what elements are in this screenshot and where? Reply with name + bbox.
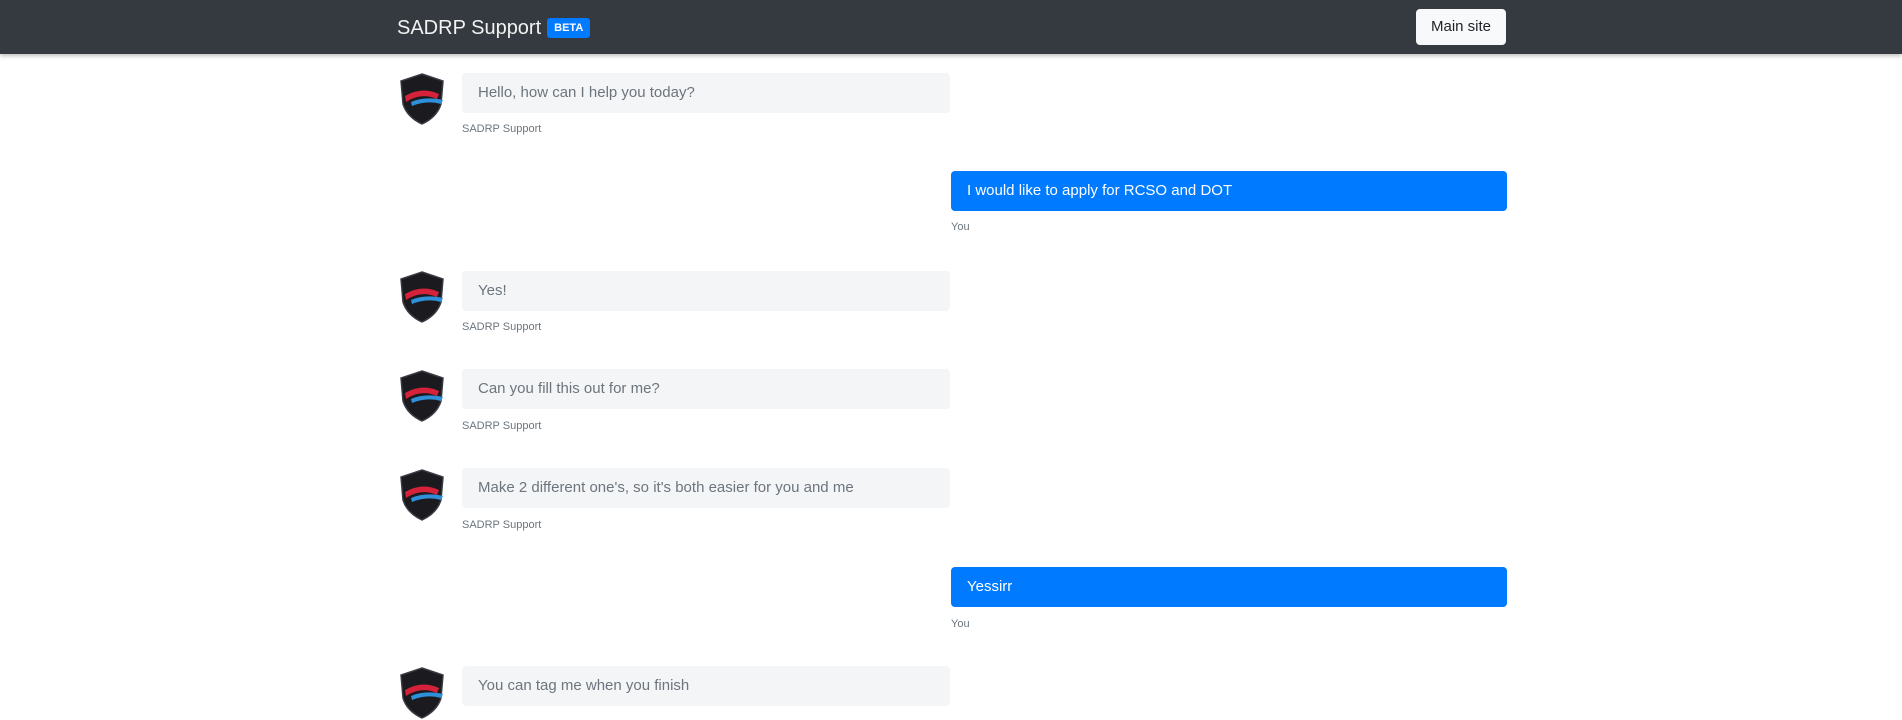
message-bubble: You can tag me when you finish	[462, 666, 950, 706]
support-shield-logo-icon	[400, 469, 444, 521]
message-sender: SADRP Support	[462, 123, 542, 135]
top-navbar: SADRP Support BETA Main site	[0, 0, 1902, 54]
message-sender: SADRP Support	[462, 321, 542, 333]
message-bubble: Can you fill this out for me?	[462, 369, 950, 409]
message-sender: You	[951, 221, 970, 233]
main-site-button[interactable]: Main site	[1416, 9, 1506, 45]
message-bubble: Hello, how can I help you today?	[462, 73, 950, 113]
support-shield-logo-icon	[400, 73, 444, 125]
message-sender: You	[951, 618, 970, 630]
message-sender: SADRP Support	[462, 420, 542, 432]
support-shield-logo-icon	[400, 370, 444, 422]
support-shield-logo-icon	[400, 667, 444, 719]
message-bubble: Yes!	[462, 271, 950, 311]
support-shield-logo-icon	[400, 271, 444, 323]
beta-badge: BETA	[547, 18, 591, 38]
chat-thread: Hello, how can I help you today? SADRP S…	[0, 54, 1902, 719]
message-bubble: Make 2 different one's, so it's both eas…	[462, 468, 950, 508]
message-bubble: I would like to apply for RCSO and DOT	[951, 171, 1507, 211]
message-sender: SADRP Support	[462, 519, 542, 531]
message-bubble: Yessirr	[951, 567, 1507, 607]
brand[interactable]: SADRP Support BETA	[397, 16, 591, 40]
brand-title[interactable]: SADRP Support	[397, 17, 541, 39]
